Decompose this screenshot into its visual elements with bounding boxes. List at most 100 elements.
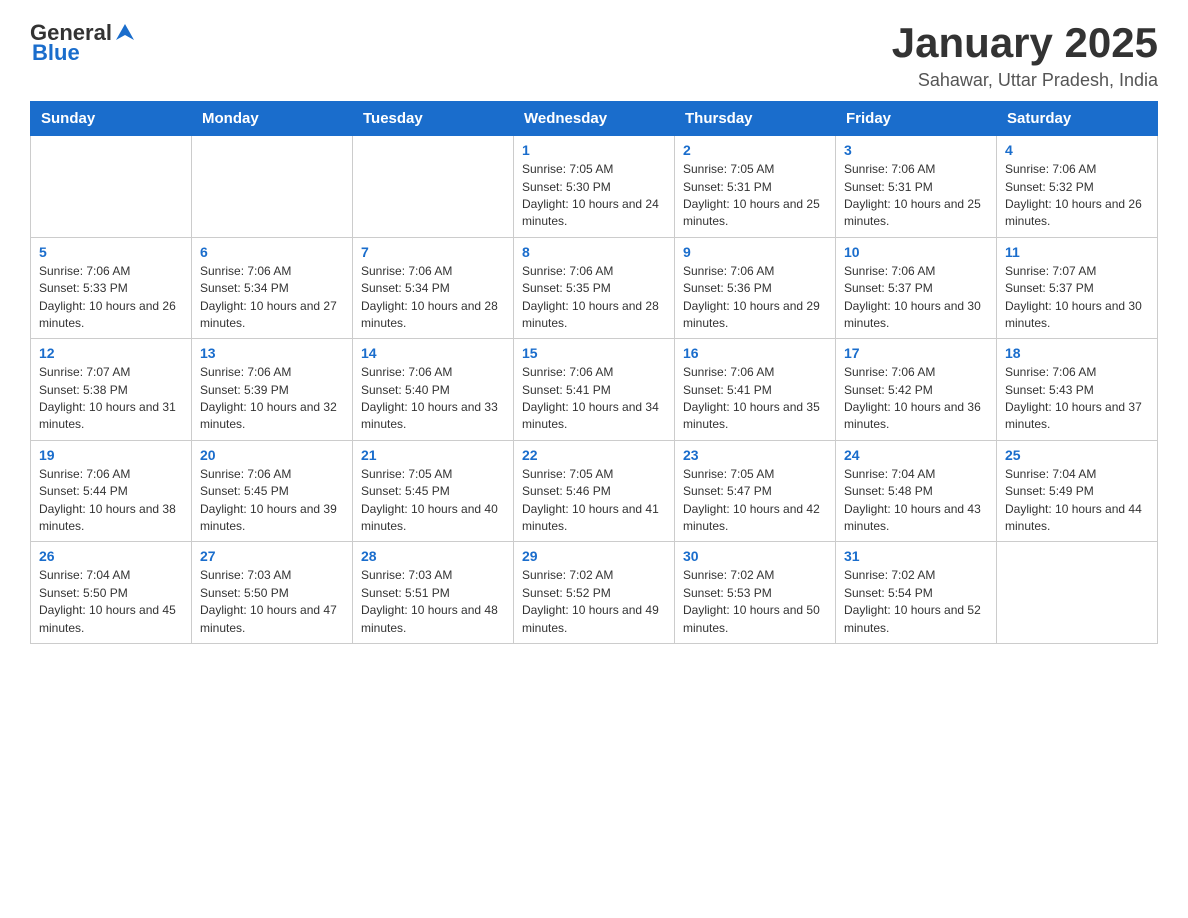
calendar-cell: 23Sunrise: 7:05 AM Sunset: 5:47 PM Dayli… — [675, 440, 836, 542]
day-info: Sunrise: 7:04 AM Sunset: 5:48 PM Dayligh… — [844, 466, 988, 536]
calendar-cell: 26 Sunrise: 7:04 AM Sunset: 5:50 PM Dayli… — [31, 542, 192, 644]
day-number: 1 — [522, 142, 666, 158]
day-number: 20 — [200, 447, 344, 463]
calendar-cell: 30 Sunrise: 7:02 AM Sunset: 5:53 PM Dayli… — [675, 542, 836, 644]
calendar-header-saturday: Saturday — [997, 102, 1158, 136]
day-info: Sunrise: 7:06 AM Sunset: 5:37 PM Dayligh… — [844, 263, 988, 333]
day-number: 7 — [361, 244, 505, 260]
calendar-cell: 7Sunrise: 7:06 AM Sunset: 5:34 PM Daylig… — [353, 237, 514, 339]
day-number: 19 — [39, 447, 183, 463]
calendar-cell: 18 Sunrise: 7:06 AM Sunset: 5:43 PM Dayli… — [997, 339, 1158, 441]
day-number: 29 — [522, 548, 666, 564]
day-number: 13 — [200, 345, 344, 361]
day-number: 28 — [361, 548, 505, 564]
calendar-cell: 3 Sunrise: 7:06 AM Sunset: 5:31 PM Daylig… — [836, 136, 997, 238]
calendar-week-row: 5 Sunrise: 7:06 AM Sunset: 5:33 PM Daylig… — [31, 237, 1158, 339]
day-number: 9 — [683, 244, 827, 260]
calendar-title: January 2025 — [892, 20, 1158, 66]
calendar-cell: 16 Sunrise: 7:06 AM Sunset: 5:41 PM Dayli… — [675, 339, 836, 441]
calendar-cell: 11 Sunrise: 7:07 AM Sunset: 5:37 PM Dayli… — [997, 237, 1158, 339]
day-info: Sunrise: 7:06 AM Sunset: 5:31 PM Dayligh… — [844, 161, 988, 231]
day-info: Sunrise: 7:05 AM Sunset: 5:30 PM Dayligh… — [522, 161, 666, 231]
day-number: 15 — [522, 345, 666, 361]
calendar-cell: 15 Sunrise: 7:06 AM Sunset: 5:41 PM Dayli… — [514, 339, 675, 441]
day-info: Sunrise: 7:06 AM Sunset: 5:45 PM Dayligh… — [200, 466, 344, 536]
day-number: 17 — [844, 345, 988, 361]
day-info: Sunrise: 7:04 AM Sunset: 5:49 PM Dayligh… — [1005, 466, 1149, 536]
calendar-cell — [997, 542, 1158, 644]
day-number: 10 — [844, 244, 988, 260]
day-number: 31 — [844, 548, 988, 564]
day-number: 21 — [361, 447, 505, 463]
day-number: 23 — [683, 447, 827, 463]
day-info: Sunrise: 7:05 AM Sunset: 5:45 PM Dayligh… — [361, 466, 505, 536]
day-number: 30 — [683, 548, 827, 564]
calendar-cell: 24 Sunrise: 7:04 AM Sunset: 5:48 PM Dayli… — [836, 440, 997, 542]
day-info: Sunrise: 7:05 AM Sunset: 5:46 PM Dayligh… — [522, 466, 666, 536]
day-info: Sunrise: 7:03 AM Sunset: 5:50 PM Dayligh… — [200, 567, 344, 637]
calendar-cell: 19Sunrise: 7:06 AM Sunset: 5:44 PM Dayli… — [31, 440, 192, 542]
day-number: 11 — [1005, 244, 1149, 260]
calendar-table: SundayMondayTuesdayWednesdayThursdayFrid… — [30, 101, 1158, 644]
calendar-week-row: 12Sunrise: 7:07 AM Sunset: 5:38 PM Dayli… — [31, 339, 1158, 441]
day-number: 8 — [522, 244, 666, 260]
logo-icon — [114, 22, 136, 44]
calendar-cell: 5 Sunrise: 7:06 AM Sunset: 5:33 PM Daylig… — [31, 237, 192, 339]
calendar-cell: 20 Sunrise: 7:06 AM Sunset: 5:45 PM Dayli… — [192, 440, 353, 542]
day-number: 18 — [1005, 345, 1149, 361]
calendar-cell: 17 Sunrise: 7:06 AM Sunset: 5:42 PM Dayli… — [836, 339, 997, 441]
day-number: 24 — [844, 447, 988, 463]
calendar-cell: 29 Sunrise: 7:02 AM Sunset: 5:52 PM Dayli… — [514, 542, 675, 644]
day-number: 14 — [361, 345, 505, 361]
day-info: Sunrise: 7:02 AM Sunset: 5:52 PM Dayligh… — [522, 567, 666, 637]
calendar-cell — [353, 136, 514, 238]
calendar-cell: 27 Sunrise: 7:03 AM Sunset: 5:50 PM Dayli… — [192, 542, 353, 644]
day-number: 16 — [683, 345, 827, 361]
calendar-cell: 12Sunrise: 7:07 AM Sunset: 5:38 PM Dayli… — [31, 339, 192, 441]
title-block: January 2025 Sahawar, Uttar Pradesh, Ind… — [892, 20, 1158, 91]
calendar-cell: 9 Sunrise: 7:06 AM Sunset: 5:36 PM Daylig… — [675, 237, 836, 339]
day-info: Sunrise: 7:06 AM Sunset: 5:41 PM Dayligh… — [683, 364, 827, 434]
calendar-header-sunday: Sunday — [31, 102, 192, 136]
day-info: Sunrise: 7:06 AM Sunset: 5:32 PM Dayligh… — [1005, 161, 1149, 231]
day-info: Sunrise: 7:04 AM Sunset: 5:50 PM Dayligh… — [39, 567, 183, 637]
day-info: Sunrise: 7:06 AM Sunset: 5:41 PM Dayligh… — [522, 364, 666, 434]
day-number: 26 — [39, 548, 183, 564]
calendar-header-row: SundayMondayTuesdayWednesdayThursdayFrid… — [31, 102, 1158, 136]
calendar-header-thursday: Thursday — [675, 102, 836, 136]
calendar-cell: 6 Sunrise: 7:06 AM Sunset: 5:34 PM Daylig… — [192, 237, 353, 339]
day-info: Sunrise: 7:07 AM Sunset: 5:37 PM Dayligh… — [1005, 263, 1149, 333]
day-number: 2 — [683, 142, 827, 158]
day-info: Sunrise: 7:05 AM Sunset: 5:31 PM Dayligh… — [683, 161, 827, 231]
day-info: Sunrise: 7:06 AM Sunset: 5:33 PM Dayligh… — [39, 263, 183, 333]
calendar-cell: 4 Sunrise: 7:06 AM Sunset: 5:32 PM Daylig… — [997, 136, 1158, 238]
day-info: Sunrise: 7:06 AM Sunset: 5:42 PM Dayligh… — [844, 364, 988, 434]
day-info: Sunrise: 7:02 AM Sunset: 5:53 PM Dayligh… — [683, 567, 827, 637]
day-number: 4 — [1005, 142, 1149, 158]
calendar-header-tuesday: Tuesday — [353, 102, 514, 136]
day-info: Sunrise: 7:06 AM Sunset: 5:36 PM Dayligh… — [683, 263, 827, 333]
calendar-cell: 8 Sunrise: 7:06 AM Sunset: 5:35 PM Daylig… — [514, 237, 675, 339]
day-number: 6 — [200, 244, 344, 260]
calendar-cell — [31, 136, 192, 238]
page-header: General Blue January 2025 Sahawar, Uttar… — [30, 20, 1158, 91]
day-number: 22 — [522, 447, 666, 463]
calendar-cell: 13 Sunrise: 7:06 AM Sunset: 5:39 PM Dayli… — [192, 339, 353, 441]
day-info: Sunrise: 7:06 AM Sunset: 5:43 PM Dayligh… — [1005, 364, 1149, 434]
day-number: 5 — [39, 244, 183, 260]
day-info: Sunrise: 7:03 AM Sunset: 5:51 PM Dayligh… — [361, 567, 505, 637]
calendar-cell: 10 Sunrise: 7:06 AM Sunset: 5:37 PM Dayli… — [836, 237, 997, 339]
calendar-cell: 14 Sunrise: 7:06 AM Sunset: 5:40 PM Dayli… — [353, 339, 514, 441]
day-info: Sunrise: 7:06 AM Sunset: 5:39 PM Dayligh… — [200, 364, 344, 434]
calendar-cell: 1 Sunrise: 7:05 AM Sunset: 5:30 PM Daylig… — [514, 136, 675, 238]
day-info: Sunrise: 7:06 AM Sunset: 5:34 PM Dayligh… — [200, 263, 344, 333]
day-info: Sunrise: 7:06 AM Sunset: 5:40 PM Dayligh… — [361, 364, 505, 434]
calendar-cell: 22 Sunrise: 7:05 AM Sunset: 5:46 PM Dayli… — [514, 440, 675, 542]
calendar-week-row: 19Sunrise: 7:06 AM Sunset: 5:44 PM Dayli… — [31, 440, 1158, 542]
day-number: 27 — [200, 548, 344, 564]
day-number: 3 — [844, 142, 988, 158]
calendar-cell — [192, 136, 353, 238]
day-info: Sunrise: 7:02 AM Sunset: 5:54 PM Dayligh… — [844, 567, 988, 637]
calendar-week-row: 26 Sunrise: 7:04 AM Sunset: 5:50 PM Dayli… — [31, 542, 1158, 644]
day-info: Sunrise: 7:06 AM Sunset: 5:35 PM Dayligh… — [522, 263, 666, 333]
